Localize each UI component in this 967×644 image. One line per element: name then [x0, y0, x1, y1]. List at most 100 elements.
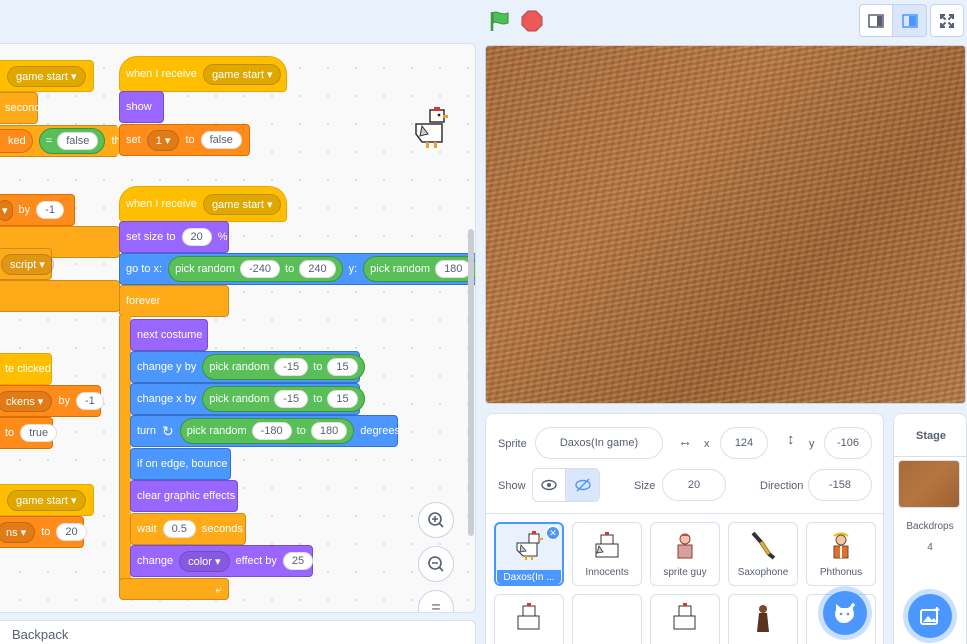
green-flag-icon[interactable]: [488, 10, 512, 32]
change-x-block[interactable]: change x by pick random -15 to 15: [130, 383, 365, 415]
size-field[interactable]: 20: [662, 469, 726, 501]
zoom-reset-button[interactable]: =: [418, 590, 454, 612]
add-backdrop-button[interactable]: [908, 594, 952, 638]
value-input[interactable]: 180: [435, 260, 472, 278]
sprite-tile[interactable]: Innocents: [572, 522, 642, 586]
set-var-block[interactable]: to true: [0, 417, 58, 449]
variable-reporter[interactable]: ked: [0, 129, 33, 153]
zoom-in-button[interactable]: [418, 502, 454, 538]
wait-block-partial[interactable]: seconds: [0, 92, 46, 124]
backpack-bar[interactable]: Backpack: [0, 620, 476, 644]
value-input[interactable]: -15: [274, 390, 309, 408]
if-block-partial[interactable]: ked =false then: [0, 125, 128, 157]
sprite-tile[interactable]: Phthonus: [806, 522, 876, 586]
message-dropdown[interactable]: game start: [7, 65, 86, 87]
change-effect-block[interactable]: change color effect by 25: [130, 545, 314, 577]
delete-sprite-button[interactable]: ✕: [546, 526, 560, 540]
change-var-block-2[interactable]: ckens by -1: [0, 385, 104, 417]
sprite-tile[interactable]: [494, 594, 564, 644]
value-input[interactable]: 0.5: [162, 520, 196, 538]
code-workspace[interactable]: game start seconds ked =false then by -1…: [0, 43, 476, 613]
sprite-tile[interactable]: [728, 594, 798, 644]
y-field[interactable]: -106: [824, 427, 872, 459]
value-input[interactable]: -180: [251, 422, 292, 440]
sprite-tile[interactable]: [572, 594, 642, 644]
show-block[interactable]: show: [119, 91, 164, 123]
pick-random-operator[interactable]: pick random -240 to 240: [168, 256, 343, 282]
change-y-block[interactable]: change y by pick random -15 to 15: [130, 351, 365, 383]
bounce-block[interactable]: if on edge, bounce: [130, 448, 231, 480]
value-input[interactable]: 25: [282, 552, 314, 570]
stop-block[interactable]: script: [0, 248, 54, 280]
large-stage-icon: [901, 13, 918, 28]
variable-dropdown[interactable]: 1: [146, 129, 180, 151]
go-to-xy-block[interactable]: go to x: pick random -240 to 240 y: pick…: [119, 253, 475, 285]
change-var-block[interactable]: by -1: [0, 194, 75, 226]
large-stage-button[interactable]: [893, 4, 927, 37]
x-field[interactable]: 124: [720, 427, 768, 459]
value-input[interactable]: 15: [327, 358, 358, 376]
pick-random-operator[interactable]: pick random -180 to 180: [179, 418, 355, 444]
control-block-partial[interactable]: [0, 280, 120, 312]
pick-random-operator[interactable]: pick random -15 to 15: [202, 386, 365, 412]
wait-block[interactable]: wait 0.5 seconds: [130, 513, 246, 545]
turn-block[interactable]: turn ↻ pick random -180 to 180 degrees: [130, 415, 400, 447]
equals-operator[interactable]: = false: [38, 128, 106, 154]
sprite-tile[interactable]: sprite guy: [650, 522, 720, 586]
forever-block[interactable]: forever: [119, 285, 229, 317]
pick-random-operator[interactable]: pick random 180: [363, 256, 475, 282]
set-variable-block[interactable]: set 1 to false: [119, 124, 250, 156]
block-label: clear graphic effects: [137, 490, 236, 502]
message-dropdown[interactable]: game start: [7, 489, 86, 511]
block-label: to: [41, 526, 51, 538]
effect-dropdown[interactable]: color: [179, 550, 230, 572]
chicken-thumbnail-icon: [587, 527, 627, 565]
message-dropdown[interactable]: game start: [202, 193, 282, 215]
pick-random-operator[interactable]: pick random -15 to 15: [202, 354, 365, 380]
fullscreen-button[interactable]: [930, 4, 964, 37]
zoom-out-button[interactable]: [418, 546, 454, 582]
variable-dropdown[interactable]: [0, 199, 13, 221]
set-var-block-2[interactable]: ns to 20: [0, 516, 87, 548]
hide-sprite-button[interactable]: [566, 468, 600, 502]
show-sprite-button[interactable]: [532, 468, 566, 502]
value-input[interactable]: 180: [310, 422, 348, 440]
when-sprite-clicked-hat[interactable]: te clicked: [0, 353, 52, 385]
size-input[interactable]: 20: [181, 228, 212, 246]
value-input[interactable]: -240: [240, 260, 281, 278]
broadcast-block-2[interactable]: game start: [0, 484, 94, 516]
value-input[interactable]: -15: [274, 358, 309, 376]
divider: [894, 456, 966, 457]
stop-icon[interactable]: [521, 10, 543, 32]
sprite-tile[interactable]: Saxophone: [728, 522, 798, 586]
set-size-block[interactable]: set size to 20 %: [119, 221, 229, 253]
sprite-name-field[interactable]: Daxos(In game): [535, 427, 663, 459]
value-input[interactable]: 240: [299, 260, 336, 278]
stage-target-panel[interactable]: Stage Backdrops 4: [893, 413, 967, 644]
direction-field[interactable]: -158: [808, 469, 872, 501]
variable-dropdown[interactable]: ns: [0, 521, 36, 543]
clear-effects-block[interactable]: clear graphic effects: [130, 480, 238, 512]
value-input[interactable]: 15: [327, 390, 358, 408]
next-costume-block[interactable]: next costume: [130, 319, 208, 351]
sprite-tile[interactable]: [650, 594, 720, 644]
small-stage-button[interactable]: [859, 4, 893, 37]
add-sprite-button[interactable]: [823, 591, 867, 635]
value-input[interactable]: false: [200, 131, 242, 149]
operator-label: to: [313, 361, 323, 373]
value-input[interactable]: 20: [56, 523, 87, 541]
broadcast-block[interactable]: game start: [0, 60, 94, 92]
value-input[interactable]: true: [20, 424, 58, 442]
stage-canvas[interactable]: [485, 45, 966, 404]
variable-dropdown[interactable]: ckens: [0, 390, 53, 412]
workspace-scrollbar[interactable]: [468, 229, 474, 536]
value-input[interactable]: -1: [36, 201, 64, 219]
when-i-receive-hat-2[interactable]: when I receive game start: [119, 186, 287, 222]
value-input[interactable]: false: [57, 132, 99, 150]
sprite-name-value: Daxos(In game): [559, 437, 639, 449]
stop-dropdown[interactable]: script: [1, 253, 54, 275]
sprite-tile[interactable]: ✕ Daxos(In ...: [494, 522, 564, 586]
value-input[interactable]: -1: [75, 392, 104, 410]
when-i-receive-hat[interactable]: when I receive game start: [119, 56, 287, 92]
message-dropdown[interactable]: game start: [202, 63, 282, 85]
